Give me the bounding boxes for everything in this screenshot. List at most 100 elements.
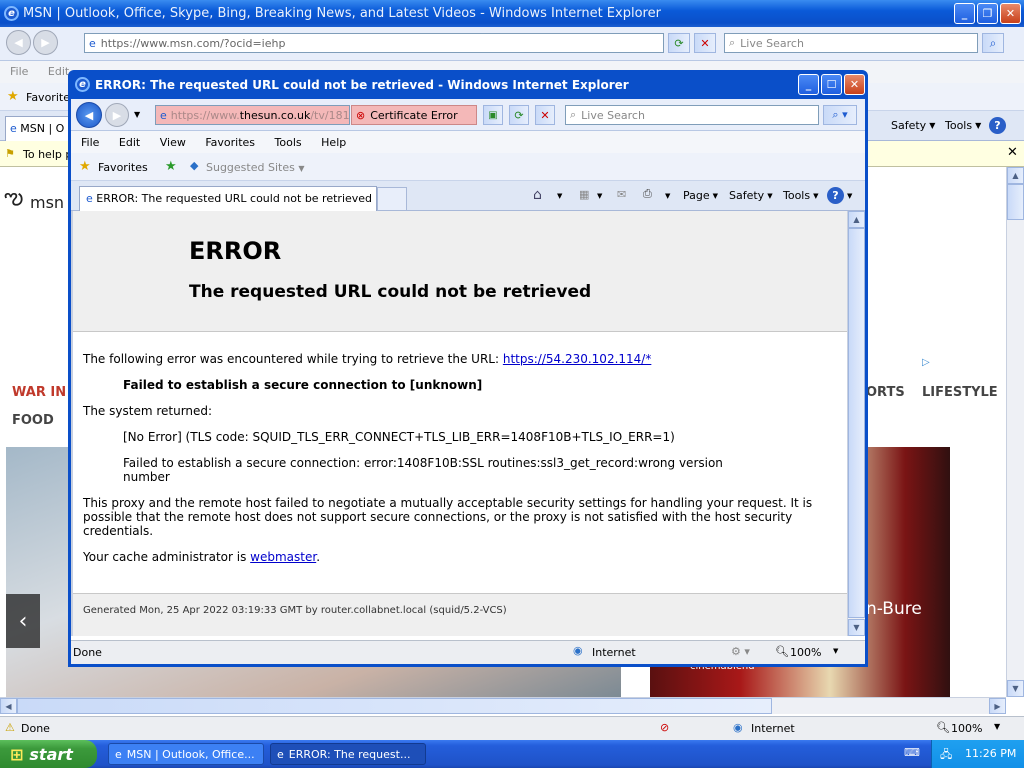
msn-nav-lifestyle[interactable]: LIFESTYLE	[922, 385, 998, 400]
msn-card-caption[interactable]: n-Bure	[866, 599, 922, 619]
msn-logo[interactable]: msn	[30, 193, 64, 212]
popup-page-menu[interactable]: Page ▼	[683, 189, 718, 202]
popup-scroll-down-button[interactable]: ▼	[848, 619, 865, 636]
outer-forward-button[interactable]: ▶	[33, 30, 58, 55]
chevron-down-icon[interactable]: ▼	[665, 192, 670, 200]
home-icon[interactable]: ⌂	[533, 187, 542, 203]
outer-search-button[interactable]: ⌕	[982, 33, 1004, 53]
history-dropdown-icon[interactable]: ▼	[134, 110, 140, 119]
popup-menu-favorites[interactable]: Favorites	[205, 136, 255, 149]
popup-tab-error[interactable]: e ERROR: The requested URL could not be …	[79, 186, 377, 211]
outer-scroll-down-button[interactable]: ▼	[1007, 680, 1024, 697]
protected-mode-icon[interactable]: ⚙ ▾	[731, 645, 750, 658]
popup-stop-button[interactable]: ✕	[535, 105, 555, 125]
popup-refresh-button[interactable]: ⟳	[509, 105, 529, 125]
msn-nav-sports[interactable]: ORTS	[866, 385, 905, 400]
error-url-link[interactable]: https://54.230.102.114/*	[503, 352, 651, 366]
outer-minimize-button[interactable]: _	[954, 3, 975, 24]
info-close-icon[interactable]: ✕	[1007, 145, 1018, 160]
add-favorite-icon[interactable]: ★	[165, 159, 177, 174]
favorites-star-icon: ★	[7, 89, 19, 104]
outer-info-text[interactable]: To help p	[23, 148, 72, 161]
popup-minimize-button[interactable]: _	[798, 74, 819, 95]
error-page: ERROR The requested URL could not be ret…	[71, 211, 847, 636]
mail-icon[interactable]: ✉	[617, 188, 626, 201]
popup-zoom-level[interactable]: 100%	[790, 646, 821, 659]
popup-tools-menu[interactable]: Tools ▼	[783, 189, 819, 202]
popup-vertical-scrollbar[interactable]: ▲ ▼	[847, 211, 865, 636]
outer-hscroll-thumb[interactable]	[17, 698, 772, 714]
compat-view-button[interactable]: ▣	[483, 105, 503, 125]
popup-forward-button[interactable]: ▶	[105, 103, 129, 127]
start-button[interactable]: ⊞ start	[0, 740, 97, 768]
network-icon[interactable]: 🖧︎	[940, 746, 952, 765]
chevron-down-icon[interactable]: ▼	[597, 192, 602, 200]
msn-carousel-prev-button[interactable]: ‹	[6, 594, 40, 648]
chevron-down-icon[interactable]: ▼	[833, 647, 838, 655]
suggested-sites-button[interactable]: Suggested Sites ▼	[206, 161, 304, 174]
proxy-note: This proxy and the remote host failed to…	[83, 496, 813, 538]
feeds-icon[interactable]: ▦	[579, 188, 589, 201]
popup-favorites-button[interactable]: Favorites	[98, 161, 148, 174]
outer-title: MSN | Outlook, Office, Skype, Bing, Brea…	[23, 6, 661, 21]
popup-safety-menu[interactable]: Safety ▼	[729, 189, 773, 202]
outer-scroll-thumb[interactable]	[1007, 184, 1024, 220]
popup-statusbar: Done ◉ Internet ⚙ ▾ 🔍︎ 100% ▼	[71, 640, 865, 664]
ie-icon: e	[75, 77, 90, 92]
msn-nav-food[interactable]: FOOD	[12, 413, 54, 428]
outer-maximize-button[interactable]: ❐	[977, 3, 998, 24]
outer-menu-file[interactable]: File	[10, 65, 28, 78]
chevron-down-icon[interactable]: ▼	[994, 722, 1000, 731]
outer-menu-edit[interactable]: Edit	[48, 65, 69, 78]
favorites-star-icon: ★	[79, 159, 91, 174]
popup-title: ERROR: The requested URL could not be re…	[95, 77, 629, 92]
popup-search-input[interactable]: ⌕ Live Search	[565, 105, 819, 125]
certificate-error-button[interactable]: ⊗ Certificate Error	[351, 105, 477, 125]
outer-stop-button[interactable]: ✕	[694, 33, 716, 53]
outer-close-button[interactable]: ✕	[1000, 3, 1021, 24]
ad-choice-icon[interactable]: ▷	[922, 357, 930, 368]
new-tab-button[interactable]	[377, 187, 407, 211]
outer-scroll-right-button[interactable]: ▶	[989, 698, 1006, 714]
tls-error-code: [No Error] (TLS code: SQUID_TLS_ERR_CONN…	[123, 430, 675, 444]
popup-menu-help[interactable]: Help	[321, 136, 346, 149]
popup-scroll-up-button[interactable]: ▲	[848, 211, 865, 228]
outer-scroll-left-button[interactable]: ◀	[0, 698, 17, 714]
chevron-down-icon[interactable]: ▼	[557, 192, 562, 200]
print-icon[interactable]: ⎙	[643, 187, 652, 201]
chevron-down-icon[interactable]: ▼	[847, 192, 852, 200]
popup-zone-text: Internet	[592, 646, 636, 659]
outer-help-icon[interactable]: ?	[989, 117, 1006, 134]
taskbar-item-error[interactable]: e ERROR: The request...	[270, 743, 426, 765]
outer-zoom-level[interactable]: 100%	[951, 722, 982, 735]
popup-menu-view[interactable]: View	[160, 136, 186, 149]
outer-search-input[interactable]: ⌕ Live Search	[724, 33, 978, 53]
error-intro: The following error was encountered whil…	[83, 352, 652, 366]
keyboard-icon[interactable]: ⌨	[904, 746, 920, 759]
popup-address-bar[interactable]: e https://www. thesun.co.uk/tv/181	[155, 105, 350, 125]
webmaster-link[interactable]: webmaster	[250, 550, 316, 564]
popup-menu-edit[interactable]: Edit	[119, 136, 140, 149]
outer-address-bar[interactable]: e https://www.msn.com/?ocid=iehp	[84, 33, 664, 53]
outer-tools-menu[interactable]: Tools ▼	[945, 119, 981, 132]
taskbar-item-msn[interactable]: e MSN | Outlook, Office...	[108, 743, 264, 765]
outer-horizontal-scrollbar[interactable]: ◀ ▶	[0, 697, 1006, 714]
popup-menu-tools[interactable]: Tools	[275, 136, 302, 149]
outer-scroll-up-button[interactable]: ▲	[1007, 167, 1024, 184]
ie-icon: e	[4, 6, 19, 21]
popup-close-button[interactable]: ✕	[844, 74, 865, 95]
system-returned-label: The system returned:	[83, 404, 213, 418]
outer-refresh-button[interactable]: ⟳	[668, 33, 690, 53]
outer-vertical-scrollbar[interactable]: ▲ ▼	[1006, 167, 1024, 697]
popup-scroll-thumb[interactable]	[848, 228, 865, 618]
outer-back-button[interactable]: ◀	[6, 30, 31, 55]
popup-menu-file[interactable]: File	[81, 136, 99, 149]
popup-back-button[interactable]: ◀	[76, 102, 102, 128]
popup-help-icon[interactable]: ?	[827, 187, 844, 204]
outer-tab-msn[interactable]: e MSN | O	[5, 116, 71, 141]
outer-safety-menu[interactable]: Safety ▼	[891, 119, 935, 132]
popup-search-button[interactable]: ⌕ ▾	[823, 105, 857, 125]
popup-maximize-button[interactable]: ☐	[821, 74, 842, 95]
admin-line: Your cache administrator is webmaster.	[83, 550, 321, 564]
clock[interactable]: 11:26 PM	[965, 747, 1016, 760]
